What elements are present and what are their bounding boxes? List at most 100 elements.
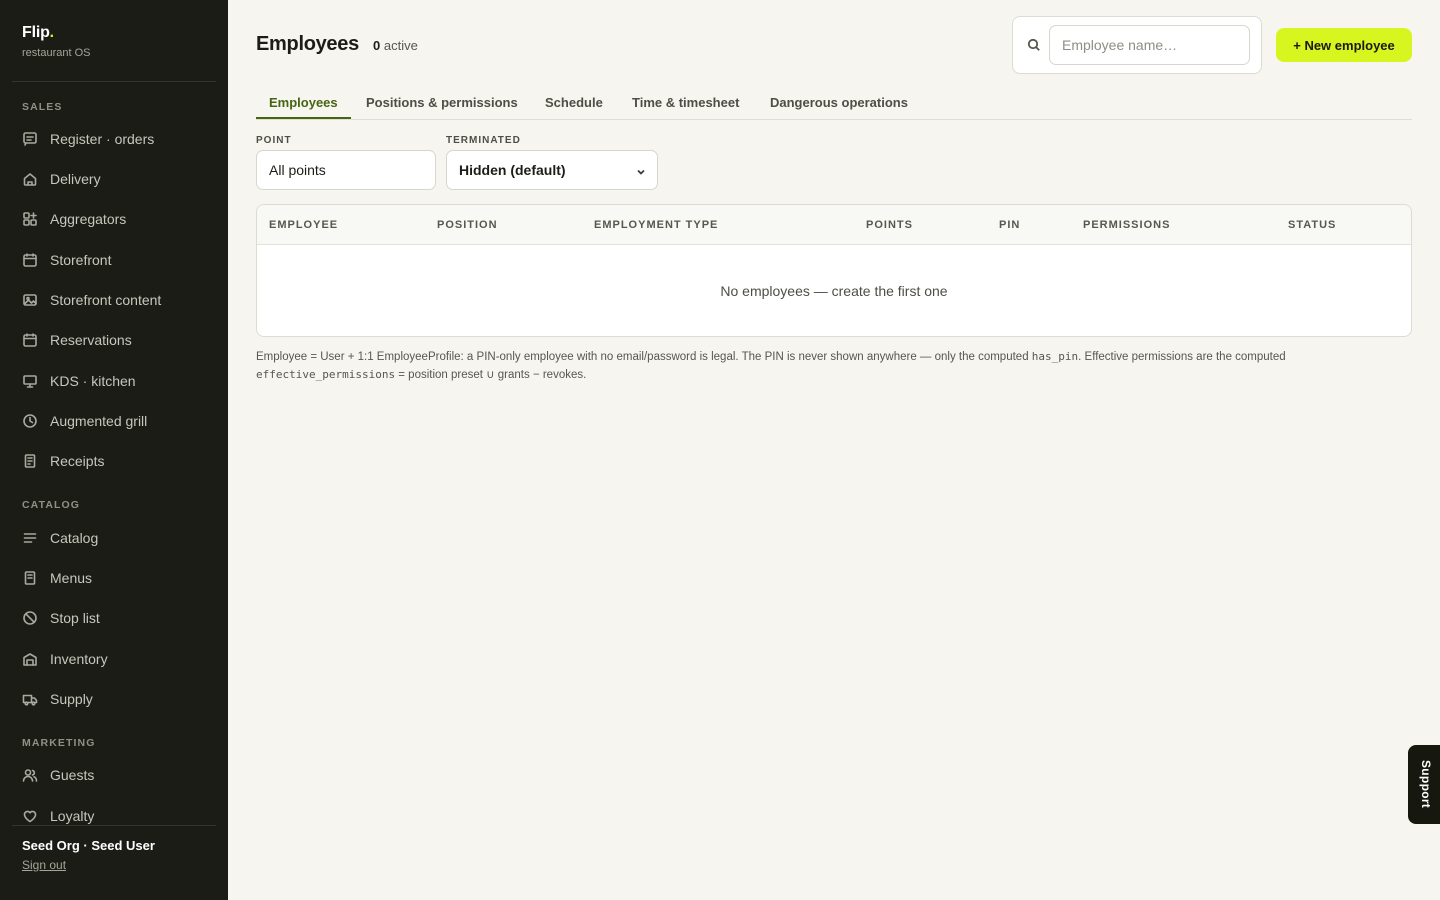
sidebar-item-label: Catalog	[50, 530, 99, 546]
sidebar-item-label: Aggregators	[50, 211, 127, 227]
active-count: 0 active	[373, 38, 418, 53]
sidebar-item-label: Register · orders	[50, 131, 155, 147]
help-note-code: effective_permissions	[256, 368, 396, 381]
sidebar: Flip. restaurant OS SALES Register · ord…	[0, 0, 228, 900]
search-input[interactable]	[1049, 25, 1250, 65]
monitor-icon	[22, 373, 38, 389]
sidebar-item-label: Stop list	[50, 610, 100, 626]
sidebar-item-label: Augmented grill	[50, 413, 148, 429]
clock-icon	[22, 413, 38, 429]
sidebar-item-guests[interactable]: Guests	[12, 758, 216, 792]
column-header-status[interactable]: STATUS	[1288, 219, 1336, 231]
support-label: Support	[1419, 760, 1433, 809]
tab-schedule[interactable]: Schedule	[545, 95, 603, 110]
section-label-catalog: CATALOG	[22, 499, 81, 511]
sidebar-item-aggregators[interactable]: Aggregators	[12, 202, 216, 236]
sidebar-item-label: Inventory	[50, 651, 108, 667]
terminated-filter-label: TERMINATED	[446, 135, 521, 146]
sidebar-item-delivery[interactable]: Delivery	[12, 162, 216, 196]
tab-positions-permissions[interactable]: Positions & permissions	[366, 95, 518, 110]
sidebar-item-label: Menus	[50, 570, 93, 586]
point-filter-input[interactable]: All points	[256, 150, 436, 190]
warehouse-icon	[22, 651, 38, 667]
column-header-position[interactable]: POSITION	[437, 219, 498, 231]
sidebar-item-receipts[interactable]: Receipts	[12, 444, 216, 478]
home-icon	[22, 171, 38, 187]
sidebar-item-label: Reservations	[50, 332, 132, 348]
active-tab-indicator	[256, 117, 351, 119]
user-name: Seed Org · Seed User	[22, 838, 155, 853]
sidebar-item-label: KDS · kitchen	[50, 373, 136, 389]
tab-dangerous-operations[interactable]: Dangerous operations	[770, 95, 908, 110]
sidebar-item-label: Guests	[50, 767, 95, 783]
browser-icon	[22, 252, 38, 268]
sidebar-item-inventory[interactable]: Inventory	[12, 642, 216, 676]
search-box	[1012, 16, 1262, 74]
sidebar-item-label: Delivery	[50, 171, 101, 187]
help-note: Employee = User + 1:1 EmployeeProfile: a…	[256, 348, 1396, 384]
sidebar-item-loyalty[interactable]: Loyalty	[12, 799, 216, 833]
employees-table: EMPLOYEE POSITION EMPLOYMENT TYPE POINTS…	[256, 204, 1412, 337]
brand[interactable]: Flip. restaurant OS	[22, 24, 90, 59]
brand-tagline: restaurant OS	[22, 47, 91, 59]
tab-bar: Employees Positions & permissions Schedu…	[256, 88, 1412, 120]
help-note-code: has_pin	[1031, 350, 1079, 363]
terminated-filter-select[interactable]: Hidden (default)	[446, 150, 658, 190]
column-header-permissions[interactable]: PERMISSIONS	[1083, 219, 1170, 231]
terminated-filter-value: Hidden (default)	[459, 162, 566, 178]
section-label-sales: SALES	[22, 101, 63, 113]
sidebar-item-label: Receipts	[50, 453, 105, 469]
brand-logo: Flip.	[22, 24, 54, 41]
table-header: EMPLOYEE POSITION EMPLOYMENT TYPE POINTS…	[257, 205, 1411, 245]
page-title: Employees	[256, 33, 359, 55]
sidebar-item-storefront[interactable]: Storefront	[12, 243, 216, 277]
active-count-label: active	[383, 38, 418, 53]
column-header-points[interactable]: POINTS	[866, 219, 913, 231]
sidebar-item-catalog[interactable]: Catalog	[12, 521, 216, 555]
column-header-employment-type[interactable]: EMPLOYMENT TYPE	[594, 219, 718, 231]
search-icon	[1027, 38, 1041, 52]
sidebar-item-label: Storefront	[50, 252, 112, 268]
truck-icon	[22, 691, 38, 707]
sidebar-item-reservations[interactable]: Reservations	[12, 323, 216, 357]
point-filter-label: POINT	[256, 135, 292, 146]
document-icon	[22, 453, 38, 469]
help-note-text: . Effective permissions are the computed	[1078, 351, 1286, 363]
menu-book-icon	[22, 570, 38, 586]
sidebar-item-storefront-content[interactable]: Storefront content	[12, 283, 216, 317]
sidebar-item-label: Supply	[50, 691, 93, 707]
column-header-employee[interactable]: EMPLOYEE	[269, 219, 338, 231]
section-label-marketing: MARKETING	[22, 737, 96, 749]
user-block: Seed Org · Seed User Sign out	[22, 838, 155, 874]
tab-time-timesheet[interactable]: Time & timesheet	[632, 95, 739, 110]
new-employee-button[interactable]: + New employee	[1276, 28, 1412, 62]
help-note-text: Employee = User + 1:1 EmployeeProfile: a…	[256, 351, 1032, 363]
heart-icon	[22, 808, 38, 824]
receipt-list-icon	[22, 131, 38, 147]
sidebar-item-kds-kitchen[interactable]: KDS · kitchen	[12, 364, 216, 398]
sidebar-item-supply[interactable]: Supply	[12, 682, 216, 716]
sidebar-divider	[12, 825, 216, 826]
ban-icon	[22, 610, 38, 626]
sidebar-divider	[12, 81, 216, 82]
column-header-pin[interactable]: PIN	[999, 219, 1020, 231]
sidebar-item-menus[interactable]: Menus	[12, 561, 216, 595]
active-count-number: 0	[373, 38, 381, 53]
point-filter-value: All points	[269, 162, 326, 178]
image-icon	[22, 292, 38, 308]
sidebar-item-augmented-grill[interactable]: Augmented grill	[12, 404, 216, 438]
grid-plus-icon	[22, 211, 38, 227]
lines-icon	[22, 530, 38, 546]
tab-employees[interactable]: Employees	[269, 95, 338, 110]
users-icon	[22, 767, 38, 783]
support-button[interactable]: Support	[1408, 745, 1440, 824]
help-note-text: = position preset ∪ grants − revokes.	[395, 369, 587, 381]
sidebar-item-register-orders[interactable]: Register · orders	[12, 122, 216, 156]
sidebar-item-stop-list[interactable]: Stop list	[12, 601, 216, 635]
sidebar-item-label: Loyalty	[50, 808, 95, 824]
empty-state-message: No employees — create the first one	[720, 283, 948, 299]
calendar-icon	[22, 332, 38, 348]
sign-out-link[interactable]: Sign out	[22, 858, 66, 872]
chevron-down-icon	[635, 165, 647, 177]
sidebar-item-label: Storefront content	[50, 292, 162, 308]
